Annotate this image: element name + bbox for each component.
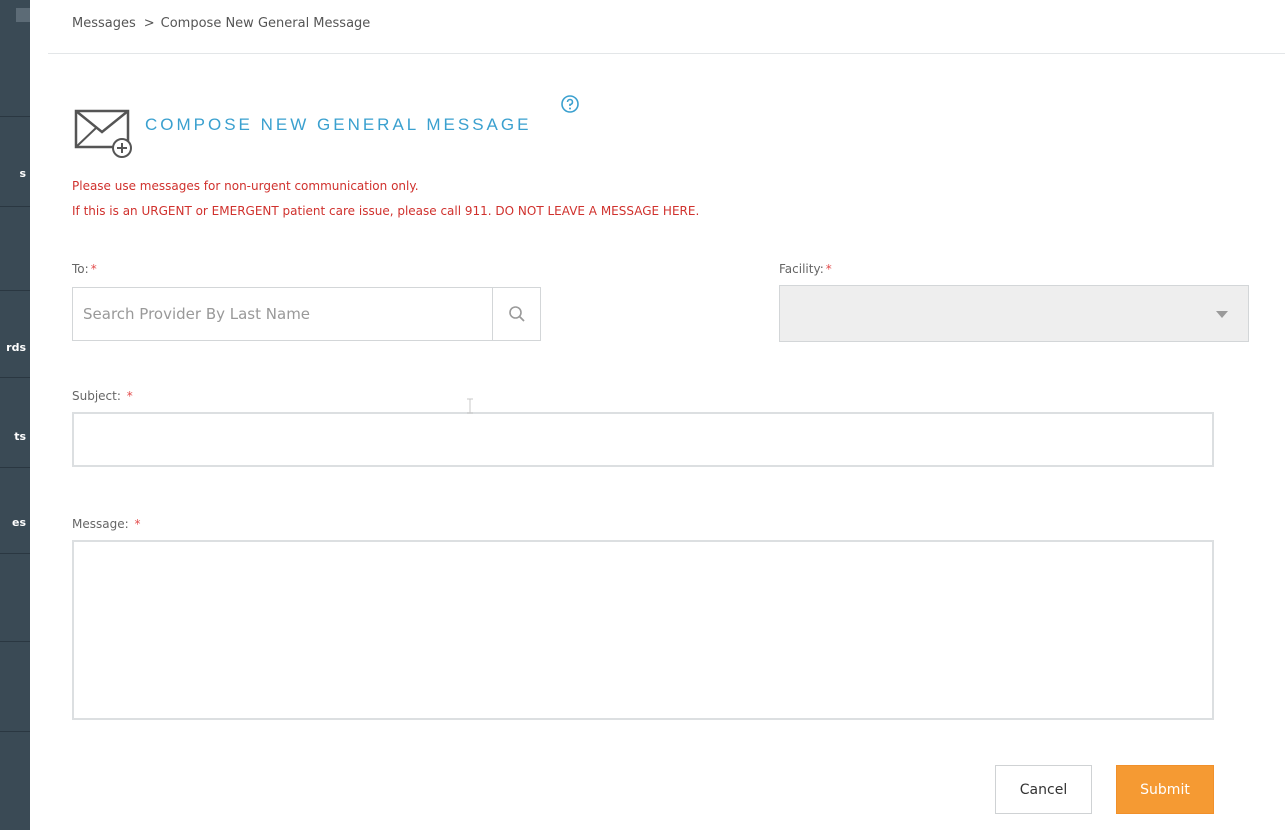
- sidebar-item-label: es: [11, 516, 26, 529]
- sidebar-item-5[interactable]: es: [0, 467, 30, 553]
- breadcrumb-separator: >: [143, 16, 155, 31]
- to-label: To: *: [72, 262, 97, 276]
- left-sidebar: s rds ts es: [0, 0, 30, 830]
- help-circle-icon[interactable]: [560, 94, 580, 114]
- chevron-down-icon: [1216, 311, 1228, 318]
- sidebar-top: [0, 0, 30, 116]
- breadcrumb: Messages > Compose New General Message: [72, 16, 370, 31]
- to-label-text: To:: [72, 262, 89, 276]
- required-marker: *: [90, 262, 97, 276]
- submit-button[interactable]: Submit: [1116, 765, 1214, 814]
- subject-label: Subject: *: [72, 389, 133, 403]
- sidebar-item-label: s: [19, 167, 26, 180]
- compose-message-page: s rds ts es Messages > Compose New General…: [0, 0, 1285, 830]
- message-label: Message: *: [72, 517, 140, 531]
- subject-label-text: Subject:: [72, 389, 121, 403]
- cancel-button[interactable]: Cancel: [995, 765, 1092, 814]
- sidebar-grip-icon[interactable]: [16, 8, 30, 22]
- header-divider: [48, 53, 1285, 54]
- sidebar-item-7[interactable]: [0, 641, 30, 731]
- search-button[interactable]: [492, 288, 540, 340]
- sidebar-item-3[interactable]: rds: [0, 290, 30, 377]
- to-search-input[interactable]: [73, 288, 493, 340]
- sidebar-item-label: rds: [6, 341, 26, 354]
- search-icon: [508, 306, 525, 322]
- facility-select[interactable]: [779, 285, 1249, 342]
- sidebar-item-1[interactable]: s: [0, 116, 30, 206]
- required-marker: *: [134, 517, 141, 531]
- required-marker: *: [825, 262, 832, 276]
- warning-text-line-1: Please use messages for non-urgent commu…: [72, 179, 419, 193]
- envelope-plus-icon: [74, 92, 142, 160]
- sidebar-item-4[interactable]: ts: [0, 377, 30, 467]
- sidebar-item-8[interactable]: [0, 731, 30, 830]
- message-textarea[interactable]: [72, 540, 1214, 720]
- text-cursor-icon: [466, 398, 474, 414]
- facility-label-text: Facility:: [779, 262, 824, 276]
- required-marker: *: [126, 389, 133, 403]
- sidebar-item-2[interactable]: [0, 206, 30, 290]
- to-search-field: [72, 287, 541, 341]
- breadcrumb-messages-link[interactable]: Messages: [72, 16, 136, 31]
- message-label-text: Message:: [72, 517, 129, 531]
- page-title: COMPOSE NEW GENERAL MESSAGE: [145, 115, 532, 134]
- sidebar-item-label: ts: [14, 430, 26, 443]
- sidebar-item-6[interactable]: [0, 553, 30, 641]
- breadcrumb-current: Compose New General Message: [160, 16, 371, 31]
- subject-input[interactable]: [72, 412, 1214, 467]
- facility-label: Facility: *: [779, 262, 832, 276]
- warning-text-line-2: If this is an URGENT or EMERGENT patient…: [72, 204, 700, 218]
